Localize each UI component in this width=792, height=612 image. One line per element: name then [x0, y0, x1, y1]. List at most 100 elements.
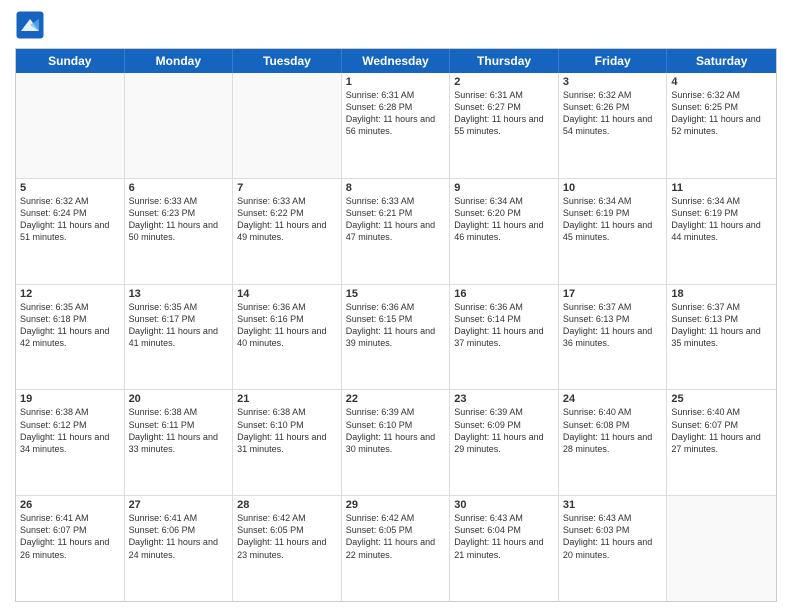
- cell-info: Sunrise: 6:43 AMSunset: 6:03 PMDaylight:…: [563, 512, 663, 561]
- calendar-cell: [233, 73, 342, 178]
- day-number: 12: [20, 288, 120, 300]
- cell-info: Sunrise: 6:31 AMSunset: 6:28 PMDaylight:…: [346, 89, 446, 138]
- cell-info: Sunrise: 6:40 AMSunset: 6:08 PMDaylight:…: [563, 406, 663, 455]
- day-number: 29: [346, 499, 446, 511]
- cell-info: Sunrise: 6:32 AMSunset: 6:24 PMDaylight:…: [20, 195, 120, 244]
- day-number: 24: [563, 393, 663, 405]
- cell-info: Sunrise: 6:32 AMSunset: 6:26 PMDaylight:…: [563, 89, 663, 138]
- day-number: 17: [563, 288, 663, 300]
- cell-info: Sunrise: 6:40 AMSunset: 6:07 PMDaylight:…: [671, 406, 772, 455]
- day-number: 3: [563, 76, 663, 88]
- day-number: 23: [454, 393, 554, 405]
- cell-info: Sunrise: 6:37 AMSunset: 6:13 PMDaylight:…: [563, 301, 663, 350]
- calendar-week-0: 1Sunrise: 6:31 AMSunset: 6:28 PMDaylight…: [16, 73, 776, 179]
- day-number: 6: [129, 182, 229, 194]
- cell-info: Sunrise: 6:37 AMSunset: 6:13 PMDaylight:…: [671, 301, 772, 350]
- calendar-cell: 7Sunrise: 6:33 AMSunset: 6:22 PMDaylight…: [233, 179, 342, 284]
- calendar-cell: 18Sunrise: 6:37 AMSunset: 6:13 PMDayligh…: [667, 285, 776, 390]
- cell-info: Sunrise: 6:34 AMSunset: 6:19 PMDaylight:…: [563, 195, 663, 244]
- calendar-cell: 15Sunrise: 6:36 AMSunset: 6:15 PMDayligh…: [342, 285, 451, 390]
- day-header-saturday: Saturday: [667, 49, 776, 73]
- cell-info: Sunrise: 6:34 AMSunset: 6:19 PMDaylight:…: [671, 195, 772, 244]
- day-number: 30: [454, 499, 554, 511]
- day-number: 21: [237, 393, 337, 405]
- calendar-cell: 11Sunrise: 6:34 AMSunset: 6:19 PMDayligh…: [667, 179, 776, 284]
- day-number: 19: [20, 393, 120, 405]
- calendar-cell: 31Sunrise: 6:43 AMSunset: 6:03 PMDayligh…: [559, 496, 668, 601]
- calendar-week-4: 26Sunrise: 6:41 AMSunset: 6:07 PMDayligh…: [16, 496, 776, 601]
- day-number: 14: [237, 288, 337, 300]
- cell-info: Sunrise: 6:33 AMSunset: 6:21 PMDaylight:…: [346, 195, 446, 244]
- day-number: 1: [346, 76, 446, 88]
- calendar-cell: 24Sunrise: 6:40 AMSunset: 6:08 PMDayligh…: [559, 390, 668, 495]
- calendar-cell: 27Sunrise: 6:41 AMSunset: 6:06 PMDayligh…: [125, 496, 234, 601]
- day-number: 11: [671, 182, 772, 194]
- cell-info: Sunrise: 6:36 AMSunset: 6:15 PMDaylight:…: [346, 301, 446, 350]
- day-number: 20: [129, 393, 229, 405]
- day-number: 10: [563, 182, 663, 194]
- calendar-cell: 9Sunrise: 6:34 AMSunset: 6:20 PMDaylight…: [450, 179, 559, 284]
- cell-info: Sunrise: 6:35 AMSunset: 6:18 PMDaylight:…: [20, 301, 120, 350]
- cell-info: Sunrise: 6:39 AMSunset: 6:10 PMDaylight:…: [346, 406, 446, 455]
- calendar-cell: 30Sunrise: 6:43 AMSunset: 6:04 PMDayligh…: [450, 496, 559, 601]
- day-header-thursday: Thursday: [450, 49, 559, 73]
- header: [15, 10, 777, 40]
- calendar-week-1: 5Sunrise: 6:32 AMSunset: 6:24 PMDaylight…: [16, 179, 776, 285]
- day-number: 27: [129, 499, 229, 511]
- day-number: 13: [129, 288, 229, 300]
- cell-info: Sunrise: 6:38 AMSunset: 6:10 PMDaylight:…: [237, 406, 337, 455]
- day-number: 26: [20, 499, 120, 511]
- cell-info: Sunrise: 6:38 AMSunset: 6:11 PMDaylight:…: [129, 406, 229, 455]
- calendar-cell: 21Sunrise: 6:38 AMSunset: 6:10 PMDayligh…: [233, 390, 342, 495]
- calendar-week-2: 12Sunrise: 6:35 AMSunset: 6:18 PMDayligh…: [16, 285, 776, 391]
- logo-icon: [15, 10, 45, 40]
- cell-info: Sunrise: 6:33 AMSunset: 6:23 PMDaylight:…: [129, 195, 229, 244]
- day-number: 5: [20, 182, 120, 194]
- calendar-cell: 28Sunrise: 6:42 AMSunset: 6:05 PMDayligh…: [233, 496, 342, 601]
- calendar-cell: 1Sunrise: 6:31 AMSunset: 6:28 PMDaylight…: [342, 73, 451, 178]
- calendar-cell: 14Sunrise: 6:36 AMSunset: 6:16 PMDayligh…: [233, 285, 342, 390]
- day-number: 28: [237, 499, 337, 511]
- calendar-cell: 25Sunrise: 6:40 AMSunset: 6:07 PMDayligh…: [667, 390, 776, 495]
- cell-info: Sunrise: 6:36 AMSunset: 6:14 PMDaylight:…: [454, 301, 554, 350]
- day-number: 8: [346, 182, 446, 194]
- day-number: 15: [346, 288, 446, 300]
- calendar: SundayMondayTuesdayWednesdayThursdayFrid…: [15, 48, 777, 602]
- cell-info: Sunrise: 6:42 AMSunset: 6:05 PMDaylight:…: [237, 512, 337, 561]
- calendar-cell: [16, 73, 125, 178]
- calendar-page: SundayMondayTuesdayWednesdayThursdayFrid…: [0, 0, 792, 612]
- day-header-wednesday: Wednesday: [342, 49, 451, 73]
- day-number: 16: [454, 288, 554, 300]
- cell-info: Sunrise: 6:33 AMSunset: 6:22 PMDaylight:…: [237, 195, 337, 244]
- calendar-cell: 13Sunrise: 6:35 AMSunset: 6:17 PMDayligh…: [125, 285, 234, 390]
- calendar-cell: 8Sunrise: 6:33 AMSunset: 6:21 PMDaylight…: [342, 179, 451, 284]
- cell-info: Sunrise: 6:39 AMSunset: 6:09 PMDaylight:…: [454, 406, 554, 455]
- day-header-tuesday: Tuesday: [233, 49, 342, 73]
- cell-info: Sunrise: 6:43 AMSunset: 6:04 PMDaylight:…: [454, 512, 554, 561]
- cell-info: Sunrise: 6:41 AMSunset: 6:06 PMDaylight:…: [129, 512, 229, 561]
- calendar-cell: 23Sunrise: 6:39 AMSunset: 6:09 PMDayligh…: [450, 390, 559, 495]
- calendar-cell: [667, 496, 776, 601]
- day-number: 18: [671, 288, 772, 300]
- calendar-cell: 6Sunrise: 6:33 AMSunset: 6:23 PMDaylight…: [125, 179, 234, 284]
- day-number: 4: [671, 76, 772, 88]
- day-header-friday: Friday: [559, 49, 668, 73]
- logo: [15, 10, 49, 40]
- calendar-cell: 29Sunrise: 6:42 AMSunset: 6:05 PMDayligh…: [342, 496, 451, 601]
- day-number: 7: [237, 182, 337, 194]
- calendar-cell: [125, 73, 234, 178]
- cell-info: Sunrise: 6:35 AMSunset: 6:17 PMDaylight:…: [129, 301, 229, 350]
- cell-info: Sunrise: 6:36 AMSunset: 6:16 PMDaylight:…: [237, 301, 337, 350]
- calendar-cell: 19Sunrise: 6:38 AMSunset: 6:12 PMDayligh…: [16, 390, 125, 495]
- day-number: 9: [454, 182, 554, 194]
- cell-info: Sunrise: 6:38 AMSunset: 6:12 PMDaylight:…: [20, 406, 120, 455]
- calendar-cell: 10Sunrise: 6:34 AMSunset: 6:19 PMDayligh…: [559, 179, 668, 284]
- calendar-cell: 2Sunrise: 6:31 AMSunset: 6:27 PMDaylight…: [450, 73, 559, 178]
- cell-info: Sunrise: 6:34 AMSunset: 6:20 PMDaylight:…: [454, 195, 554, 244]
- calendar-cell: 22Sunrise: 6:39 AMSunset: 6:10 PMDayligh…: [342, 390, 451, 495]
- day-header-sunday: Sunday: [16, 49, 125, 73]
- cell-info: Sunrise: 6:41 AMSunset: 6:07 PMDaylight:…: [20, 512, 120, 561]
- day-number: 31: [563, 499, 663, 511]
- calendar-week-3: 19Sunrise: 6:38 AMSunset: 6:12 PMDayligh…: [16, 390, 776, 496]
- cell-info: Sunrise: 6:42 AMSunset: 6:05 PMDaylight:…: [346, 512, 446, 561]
